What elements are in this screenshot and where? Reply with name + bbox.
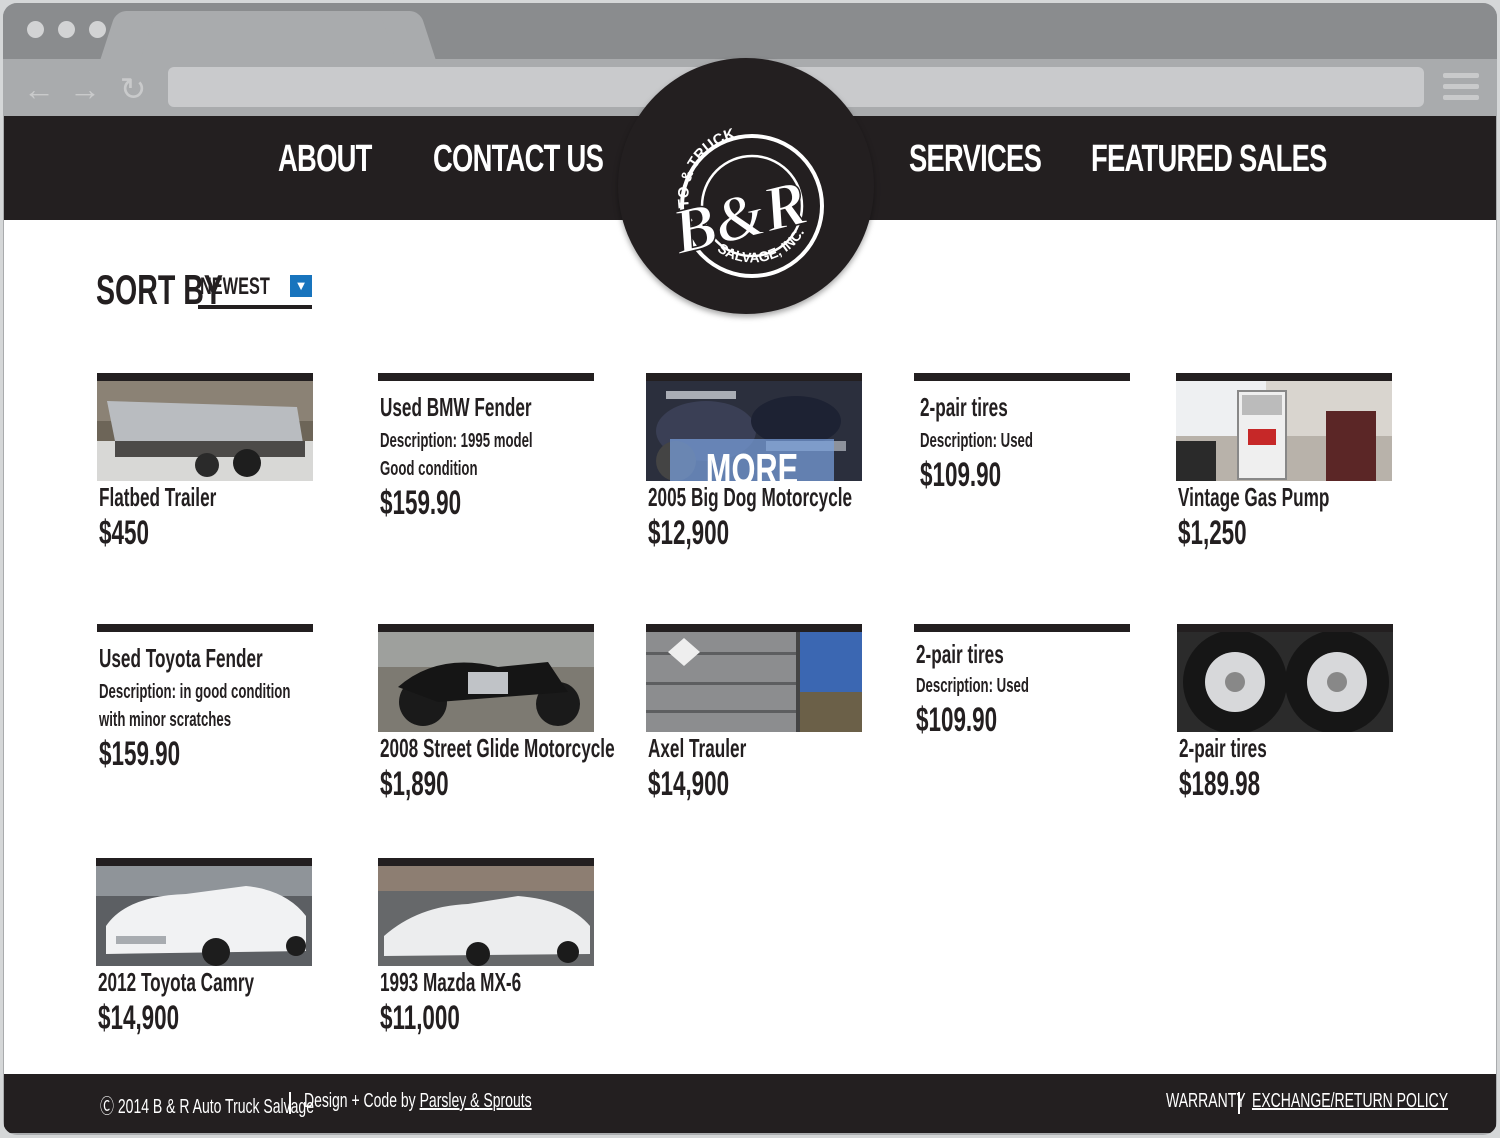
reload-icon[interactable]: ↻ [113,69,153,109]
product-name[interactable]: 2-pair tires [920,391,1059,423]
product-description: with minor scratches [99,709,232,731]
web-page: ABOUT CONTACT US SERVICES FEATURED SALES… [4,58,1496,1133]
product-name[interactable]: 2-pair tires [916,638,1057,670]
credit-text: Design + Code by Parsley & Sprouts [304,1090,532,1112]
site-footer: Ⓒ 2014 B & R Auto Truck Salvage Design +… [4,1074,1496,1133]
product-price: $159.90 [99,735,181,773]
product-price: $450 [99,514,149,552]
credit-link[interactable]: Parsley & Sprouts [420,1090,532,1112]
product-price: $109.90 [916,701,998,739]
mazda-photo[interactable] [378,866,594,966]
browser-tab[interactable] [128,11,408,61]
product-price: $14,900 [648,765,730,803]
gas-pump-photo[interactable] [1176,381,1392,481]
product-card[interactable]: Flatbed Trailer $450 [97,373,313,553]
camry-photo[interactable] [96,866,312,966]
product-name[interactable]: 2005 Big Dog Motorcycle [648,481,852,513]
return-policy-link[interactable]: EXCHANGE/RETURN POLICY [1252,1090,1448,1113]
product-card[interactable]: 2-pair tires Description: Used $109.90 [914,624,1130,740]
product-price: $12,900 [648,514,730,552]
product-description: Description: Used [916,675,1029,697]
product-price: $109.90 [920,456,1002,494]
minimize-window-dot[interactable] [58,21,75,38]
nav-about-link[interactable]: ABOUT [278,138,372,181]
product-card[interactable]: Vintage Gas Pump $1,250 [1176,373,1392,553]
product-card[interactable]: Used Toyota Fender Description: in good … [97,624,313,774]
product-name[interactable]: Used BMW Fender [380,391,532,423]
product-card[interactable]: MORE 2005 Big Dog Motorcycle $12,900 [646,373,862,553]
product-card[interactable]: Axel Trauler $14,900 [646,624,862,804]
forward-arrow-icon[interactable]: → [65,69,105,109]
flatbed-trailer-photo[interactable] [97,381,313,481]
back-arrow-icon[interactable]: ← [19,69,59,109]
product-name[interactable]: 2008 Street Glide Motorcycle [380,732,615,764]
sort-select[interactable]: NEWEST ▼ [198,271,312,309]
product-price: $1,250 [1178,514,1247,552]
motorcycle-photo[interactable]: MORE [646,381,862,481]
street-glide-photo[interactable] [378,632,594,732]
product-description: Description: in good condition [99,681,291,703]
axel-trailer-photo[interactable] [646,632,862,732]
maximize-window-dot[interactable] [89,21,106,38]
close-window-dot[interactable] [27,21,44,38]
product-card[interactable]: 1993 Mazda MX-6 $11,000 [378,858,594,1038]
product-name[interactable]: 2012 Toyota Camry [98,966,254,998]
copyright-text: Ⓒ 2014 B & R Auto Truck Salvage [100,1096,315,1118]
footer-divider [289,1092,291,1114]
nav-featured-sales-link[interactable]: FEATURED SALES [1091,138,1327,181]
browser-titlebar [3,3,1497,61]
product-card[interactable]: 2012 Toyota Camry $14,900 [96,858,312,1038]
product-description: Description: Used [920,430,1033,452]
product-name[interactable]: Vintage Gas Pump [1178,481,1329,513]
product-name[interactable]: 1993 Mazda MX-6 [380,966,521,998]
br-logo[interactable]: AUTO & TRUCK B&R SALVAGE, INC. [664,128,834,288]
product-card[interactable]: 2-pair tires $189.98 [1177,624,1393,804]
product-price: $11,000 [380,999,460,1037]
tires-photo[interactable] [1177,632,1393,732]
product-card[interactable]: 2008 Street Glide Motorcycle $1,890 [378,624,615,804]
footer-divider [1238,1092,1240,1114]
product-card[interactable]: 2-pair tires Description: Used $109.90 [914,373,1130,495]
chevron-down-icon[interactable]: ▼ [290,275,312,297]
product-name[interactable]: Used Toyota Fender [99,642,263,674]
product-price: $159.90 [380,484,462,522]
product-name[interactable]: Axel Trauler [648,732,789,764]
product-price: $1,890 [380,765,449,803]
browser-menu-icon[interactable] [1443,73,1479,103]
product-price: $189.98 [1179,765,1261,803]
product-card[interactable]: Used BMW Fender Description: 1995 model … [378,373,594,523]
warranty-link[interactable]: WARRANTY [1166,1090,1246,1113]
product-price: $14,900 [98,999,180,1037]
browser-window: ← → ↻ ABOUT CONTACT US SERVICES FEATURED… [3,3,1497,1135]
product-description: Good condition [380,458,478,480]
sort-selected-value: NEWEST [200,273,270,300]
more-overlay-button[interactable]: MORE [670,439,834,481]
product-name[interactable]: 2-pair tires [1179,732,1320,764]
nav-contact-link[interactable]: CONTACT US [433,138,604,181]
nav-services-link[interactable]: SERVICES [909,138,1042,181]
product-name[interactable]: Flatbed Trailer [99,481,240,513]
product-description: Description: 1995 model [380,430,533,452]
